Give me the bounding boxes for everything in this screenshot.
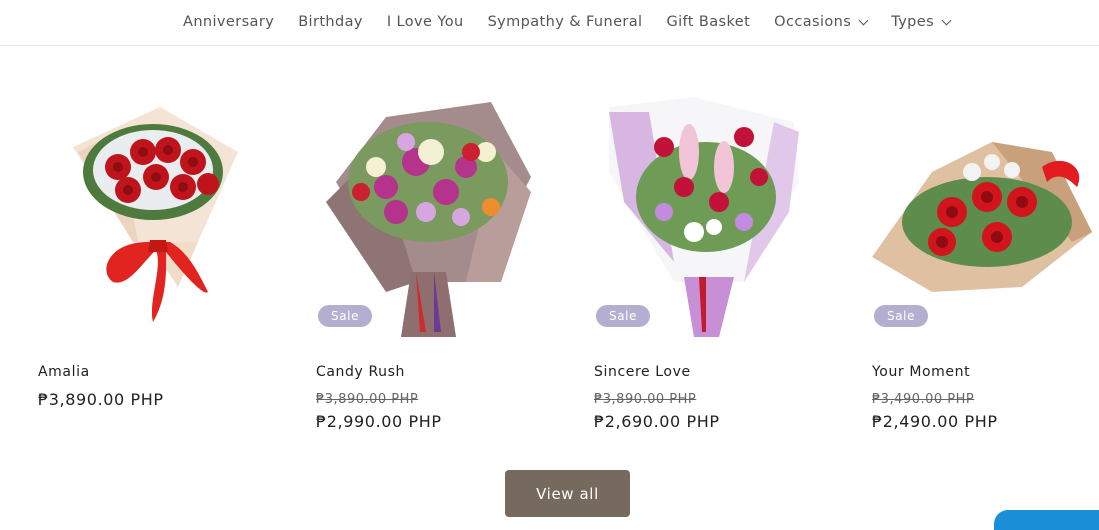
nav-item-types[interactable]: Types — [891, 14, 952, 30]
bouquet-red-roses-image — [73, 107, 238, 322]
nav-item-label: Anniversary — [183, 14, 275, 30]
sale-badge: Sale — [874, 305, 929, 327]
nav-menu: Anniversary Birthday I Love You Sympathy… — [183, 14, 974, 30]
bouquet-red-roses-kraft-image — [872, 142, 1092, 292]
product-card-amalia[interactable]: Amalia ₱3,890.00 PHP — [38, 92, 283, 409]
nav-item-occasions[interactable]: Occasions — [774, 14, 869, 30]
bouquet-lilies-roses-image — [609, 97, 799, 337]
product-sale-price: ₱2,990.00 PHP — [316, 412, 442, 431]
product-title[interactable]: Candy Rush — [316, 364, 405, 380]
chevron-down-icon — [858, 15, 869, 25]
nav-item-label: Sympathy & Funeral — [487, 14, 643, 30]
nav-item-birthday[interactable]: Birthday — [298, 14, 363, 30]
nav-item-sympathy-funeral[interactable]: Sympathy & Funeral — [488, 14, 643, 30]
nav-item-i-love-you[interactable]: I Love You — [387, 14, 464, 30]
nav-item-gift-basket[interactable]: Gift Basket — [666, 14, 750, 30]
product-image[interactable]: Sale — [872, 92, 1099, 337]
product-image[interactable]: Sale — [316, 92, 561, 337]
product-image[interactable]: Sale — [594, 92, 839, 337]
product-image[interactable] — [38, 92, 283, 337]
product-card-sincere-love[interactable]: Sale Sincere Love ₱3,890.00 PHP ₱2,690.0… — [594, 92, 839, 431]
nav-item-label: I Love You — [386, 14, 464, 30]
product-compare-price: ₱3,890.00 PHP — [594, 392, 697, 407]
product-compare-price: ₱3,490.00 PHP — [872, 392, 975, 407]
nav-item-label: Gift Basket — [666, 14, 751, 30]
nav-item-label: Birthday — [298, 14, 363, 30]
sale-badge: Sale — [596, 305, 651, 327]
bouquet-carnations-image — [326, 102, 531, 337]
product-title[interactable]: Amalia — [38, 364, 90, 380]
product-title[interactable]: Your Moment — [872, 364, 970, 380]
view-all-button[interactable]: View all — [505, 470, 630, 517]
top-navigation: Anniversary Birthday I Love You Sympathy… — [0, 0, 1099, 46]
nav-item-label: Types — [891, 14, 935, 30]
sale-badge: Sale — [318, 305, 373, 327]
product-card-candy-rush[interactable]: Sale Candy Rush ₱3,890.00 PHP ₱2,990.00 … — [316, 92, 561, 431]
nav-item-label: Occasions — [774, 14, 852, 30]
product-sale-price: ₱2,490.00 PHP — [872, 412, 998, 431]
nav-item-anniversary[interactable]: Anniversary — [183, 14, 274, 30]
product-price: ₱3,890.00 PHP — [38, 390, 164, 409]
product-sale-price: ₱2,690.00 PHP — [594, 412, 720, 431]
product-compare-price: ₱3,890.00 PHP — [316, 392, 419, 407]
product-card-your-moment[interactable]: Sale Your Moment ₱3,490.00 PHP ₱2,490.00… — [872, 92, 1099, 431]
chevron-down-icon — [941, 15, 952, 25]
product-title[interactable]: Sincere Love — [594, 364, 691, 380]
chat-widget-button[interactable] — [994, 510, 1099, 530]
